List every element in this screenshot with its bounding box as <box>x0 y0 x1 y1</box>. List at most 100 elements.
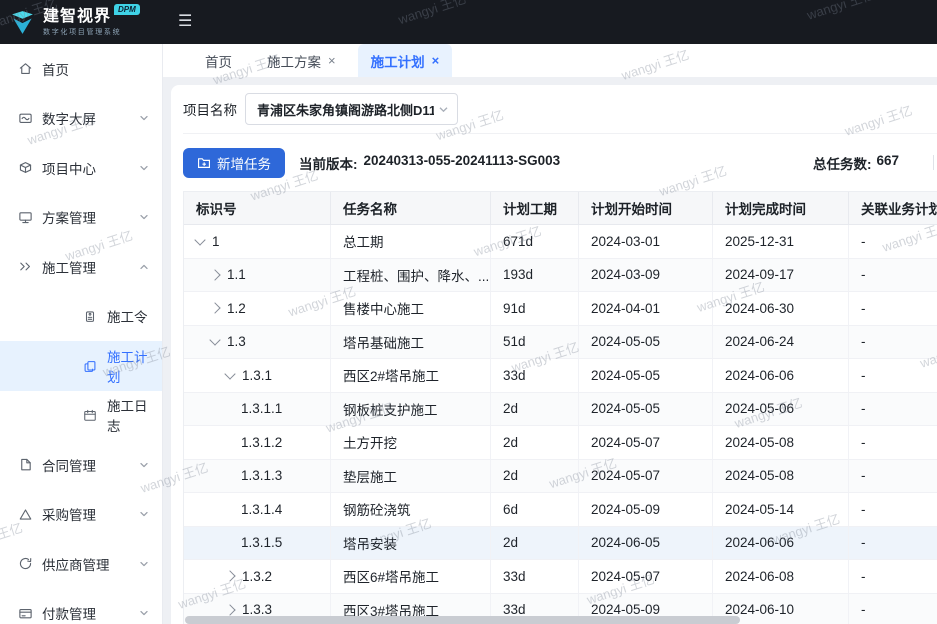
big-screen-icon <box>18 111 33 126</box>
duration-cell: 2d <box>491 460 579 493</box>
sidebar-item-9[interactable]: 采购管理 <box>0 490 162 540</box>
task-id: 1.3.3 <box>242 602 272 617</box>
sidebar-item-label: 项目中心 <box>42 158 96 178</box>
duration-cell: 33d <box>491 359 579 392</box>
sidebar-item-0[interactable]: 首页 <box>0 44 162 94</box>
duration-cell: 6d <box>491 493 579 526</box>
supplier-icon <box>18 556 33 571</box>
table-row-1.3[interactable]: 1.3塔吊基础施工51d2024-05-052024-06-24- <box>184 326 937 360</box>
duration-cell: 193d <box>491 259 579 292</box>
expand-collapse-icon[interactable] <box>209 335 220 346</box>
table-row-1.3.1.2[interactable]: 1.3.1.2土方开挖2d2024-05-072024-05-08- <box>184 426 937 460</box>
table-row-1.3.1.3[interactable]: 1.3.1.3垫层施工2d2024-05-072024-05-08- <box>184 460 937 494</box>
task-table: 标识号任务名称计划工期计划开始时间计划完成时间关联业务计划 1总工期671d20… <box>183 191 937 624</box>
sidebar-item-label: 施工管理 <box>42 257 96 277</box>
permit-icon <box>83 309 97 323</box>
column-header: 关联业务计划 <box>849 192 937 224</box>
chevron-down-icon <box>139 212 149 222</box>
sidebar-item-6[interactable]: 施工计划 <box>0 341 162 391</box>
tab-active-2[interactable]: 施工计划× <box>358 44 453 77</box>
sidebar-item-7[interactable]: 施工日志 <box>0 391 162 441</box>
version-value: 20240313-055-20241113-SG003 <box>364 153 561 173</box>
tab-label: 施工方案 <box>267 51 321 71</box>
task-id: 1.3.1.4 <box>241 502 282 517</box>
sidebar-item-4[interactable]: 施工管理 <box>0 242 162 292</box>
duration-cell: 671d <box>491 225 579 258</box>
expand-collapse-icon[interactable] <box>194 234 205 245</box>
start-date-cell: 2024-03-09 <box>579 259 713 292</box>
expand-expand-icon[interactable] <box>224 604 235 615</box>
expand-expand-icon[interactable] <box>224 571 235 582</box>
tab-1[interactable]: 施工方案 × <box>254 44 349 77</box>
task-name-cell: 西区6#塔吊施工 <box>331 560 491 593</box>
horizontal-scrollbar[interactable] <box>185 616 740 624</box>
duration-cell: 2d <box>491 426 579 459</box>
task-id-cell: 1.3.1.2 <box>184 426 331 459</box>
project-select[interactable]: 青浦区朱家角镇阁游路北侧D11... <box>245 93 458 125</box>
task-id: 1.3.1 <box>242 368 272 383</box>
finish-date-cell: 2024-06-30 <box>713 292 849 325</box>
task-id-cell: 1.3.1 <box>184 359 331 392</box>
table-row-1.2[interactable]: 1.2售楼中心施工91d2024-04-012024-06-30- <box>184 292 937 326</box>
sidebar-item-3[interactable]: 方案管理 <box>0 193 162 243</box>
table-row-1.1[interactable]: 1.1工程桩、围护、降水、...193d2024-03-092024-09-17… <box>184 259 937 293</box>
sidebar-item-10[interactable]: 供应商管理 <box>0 539 162 589</box>
chevron-down-icon <box>139 608 149 618</box>
task-id: 1.3.1.1 <box>241 401 282 416</box>
expand-expand-icon[interactable] <box>209 269 220 280</box>
total-tasks: 总任务数: 667 <box>813 153 899 173</box>
related-plan-cell: - <box>849 594 937 624</box>
table-row-1[interactable]: 1总工期671d2024-03-012025-12-31- <box>184 225 937 259</box>
add-task-label: 新增任务 <box>217 153 271 173</box>
sidebar-item-5[interactable]: 施工令 <box>0 292 162 342</box>
finish-date-cell: 2024-09-17 <box>713 259 849 292</box>
start-date-cell: 2024-05-07 <box>579 426 713 459</box>
expand-expand-icon[interactable] <box>209 303 220 314</box>
sidebar-item-label: 施工日志 <box>107 395 149 435</box>
sidebar-nav: 首页数字大屏项目中心方案管理施工管理施工令施工计划施工日志合同管理采购管理供应商… <box>0 44 163 624</box>
related-plan-cell: - <box>849 326 937 359</box>
task-id: 1.3 <box>227 334 246 349</box>
tab-label: 首页 <box>205 51 232 71</box>
table-row-1.3.1.1[interactable]: 1.3.1.1钢板桩支护施工2d2024-05-052024-05-06- <box>184 393 937 427</box>
task-id-cell: 1.3 <box>184 326 331 359</box>
task-id-cell: 1.1 <box>184 259 331 292</box>
related-plan-cell: - <box>849 560 937 593</box>
duration-cell: 33d <box>491 560 579 593</box>
chevron-down-icon <box>139 460 149 470</box>
sidebar-item-1[interactable]: 数字大屏 <box>0 94 162 144</box>
sidebar-item-2[interactable]: 项目中心 <box>0 143 162 193</box>
task-name-cell: 总工期 <box>331 225 491 258</box>
task-name-cell: 土方开挖 <box>331 426 491 459</box>
related-plan-cell: - <box>849 225 937 258</box>
task-name-cell: 工程桩、围护、降水、... <box>331 259 491 292</box>
hamburger-menu-icon[interactable]: ☰ <box>178 14 192 30</box>
sidebar-item-label: 施工计划 <box>107 346 149 386</box>
folder-plus-icon <box>197 156 211 170</box>
close-icon[interactable]: × <box>432 55 440 67</box>
related-plan-cell: - <box>849 493 937 526</box>
table-row-1.3.1[interactable]: 1.3.1西区2#塔吊施工33d2024-05-052024-06-06- <box>184 359 937 393</box>
chevron-down-icon <box>139 559 149 569</box>
table-row-1.3.1.4[interactable]: 1.3.1.4钢筋砼浇筑6d2024-05-092024-05-14- <box>184 493 937 527</box>
expand-collapse-icon[interactable] <box>224 368 235 379</box>
double-chevron-icon <box>18 259 33 274</box>
app-root: 建智视界 DPM 数字化项目管理系统 ☰ 首页数字大屏项目中心方案管理施工管理施… <box>0 0 937 624</box>
task-id-cell: 1.3.1.5 <box>184 527 331 560</box>
duration-cell: 51d <box>491 326 579 359</box>
brand-logo-icon <box>9 9 36 36</box>
finish-date-cell: 2025-12-31 <box>713 225 849 258</box>
table-body: 1总工期671d2024-03-012025-12-31-1.1工程桩、围护、降… <box>184 225 937 624</box>
payment-icon <box>18 606 33 621</box>
table-row-1.3.2[interactable]: 1.3.2西区6#塔吊施工33d2024-05-072024-06-08- <box>184 560 937 594</box>
add-task-button[interactable]: 新增任务 <box>183 148 285 178</box>
table-row-1.3.1.5[interactable]: 1.3.1.5塔吊安装2d2024-06-052024-06-06- <box>184 527 937 561</box>
sidebar-item-8[interactable]: 合同管理 <box>0 440 162 490</box>
tab-0[interactable]: 首页 <box>192 44 245 77</box>
brand-logo: 建智视界 DPM 数字化项目管理系统 <box>0 8 163 37</box>
sidebar-item-label: 供应商管理 <box>42 554 110 574</box>
sidebar-item-label: 方案管理 <box>42 207 96 227</box>
sidebar-item-label: 合同管理 <box>42 455 96 475</box>
sidebar-item-11[interactable]: 付款管理 <box>0 589 162 624</box>
close-icon[interactable]: × <box>328 55 336 67</box>
